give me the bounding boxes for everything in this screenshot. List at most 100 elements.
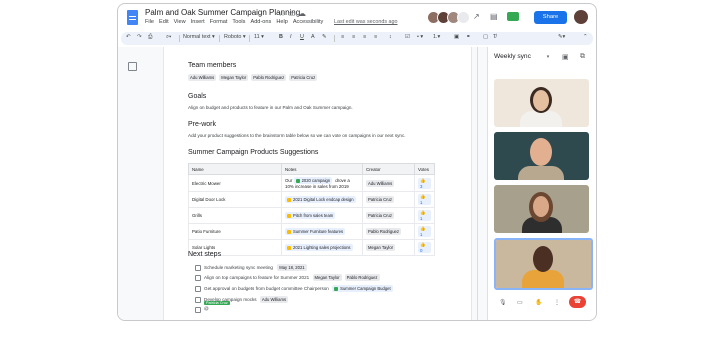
font-size-select[interactable]: 11 ▾: [254, 34, 264, 40]
document-outline-icon[interactable]: [128, 62, 137, 71]
numbered-list-icon[interactable]: 1.▾: [433, 34, 440, 40]
menu-view[interactable]: View: [174, 19, 186, 25]
font-select[interactable]: Roboto ▾: [224, 34, 246, 40]
meeting-title[interactable]: Weekly sync ▾: [494, 53, 549, 60]
cell-votes[interactable]: 👍 3: [414, 174, 435, 192]
file-chip[interactable]: Summer Furniture features: [285, 228, 346, 235]
file-chip[interactable]: 2020 campaign: [293, 177, 333, 184]
participant-video-active[interactable]: [494, 238, 593, 290]
move-folder-icon[interactable]: ▭: [288, 9, 296, 18]
checklist-icon[interactable]: ☑: [405, 34, 410, 40]
clear-format-icon[interactable]: T̸: [493, 34, 496, 40]
cell-name[interactable]: Grills: [188, 207, 282, 224]
image-icon[interactable]: ▣: [454, 34, 459, 40]
cell-notes[interactable]: Summer Furniture features: [281, 223, 363, 240]
vote-chip[interactable]: 👍 1: [418, 226, 431, 237]
date-chip[interactable]: May 18, 2021: [277, 264, 307, 271]
bold-icon[interactable]: B: [279, 34, 283, 40]
docs-logo-icon[interactable]: [127, 10, 138, 25]
open-new-window-icon[interactable]: ⧉: [580, 53, 585, 61]
menu-accessibility[interactable]: Accessibility: [293, 19, 323, 25]
person-chip[interactable]: Pablo Rodriguez: [344, 274, 380, 281]
participant-video[interactable]: [494, 79, 589, 127]
align-center-icon[interactable]: ≡: [352, 34, 355, 40]
person-chip[interactable]: Megan Taylor: [366, 244, 396, 251]
checkbox[interactable]: [195, 265, 201, 271]
align-left-icon[interactable]: ≡: [341, 34, 344, 40]
redo-icon[interactable]: ↷: [137, 34, 142, 40]
star-icon[interactable]: ☆: [278, 9, 285, 18]
last-edit-link[interactable]: Last edit was seconds ago: [334, 19, 398, 25]
cell-notes[interactable]: Our 2020 campaign drove a 10% increase in…: [281, 174, 363, 192]
text-color-icon[interactable]: A: [311, 34, 315, 40]
file-chip[interactable]: 2021 Digital Lock endcap design: [285, 196, 356, 203]
person-chip[interactable]: Patricia Cruz: [366, 196, 394, 203]
file-chip[interactable]: Summer Campaign Budget: [332, 285, 393, 292]
meet-icon[interactable]: [507, 12, 519, 21]
collaborator-avatars[interactable]: [427, 11, 470, 24]
doc-title[interactable]: Palm and Oak Summer Campaign Planning: [145, 8, 300, 17]
more-options-icon[interactable]: ⋮: [554, 299, 560, 306]
person-chip[interactable]: Patricia Cruz: [289, 74, 318, 81]
cloud-status-icon[interactable]: ☁: [298, 9, 306, 18]
share-button[interactable]: Share: [534, 11, 567, 24]
chevron-down-icon[interactable]: ▾: [547, 54, 550, 60]
undo-icon[interactable]: ↶: [126, 34, 131, 40]
scrollbar[interactable]: [477, 47, 478, 320]
cell-notes[interactable]: 2021 Digital Lock endcap design: [281, 191, 363, 208]
menu-addons[interactable]: Add-ons: [250, 19, 271, 25]
highlight-icon[interactable]: ✎: [322, 34, 327, 40]
vote-chip[interactable]: 👍 1: [418, 210, 431, 221]
menu-insert[interactable]: Insert: [191, 19, 205, 25]
person-chip[interactable]: Megan Taylor: [219, 74, 249, 81]
print-icon[interactable]: ⎙: [148, 34, 152, 41]
person-chip[interactable]: Adu Williams: [188, 74, 217, 81]
person-chip[interactable]: Megan Taylor: [312, 274, 342, 281]
avatar[interactable]: [457, 11, 470, 24]
zoom-icon[interactable]: ⌕▾: [166, 34, 171, 41]
cell-creator[interactable]: Megan Taylor: [362, 239, 415, 256]
link-icon[interactable]: ⚭: [466, 34, 471, 40]
user-avatar[interactable]: [574, 10, 588, 24]
line-spacing-icon[interactable]: ↕: [389, 34, 392, 40]
checkbox[interactable]: [195, 297, 201, 303]
cell-votes[interactable]: 👍 1: [414, 223, 435, 240]
italic-icon[interactable]: I: [290, 34, 292, 40]
checkbox[interactable]: [195, 286, 201, 292]
person-chip[interactable]: Pablo Rodriguez: [366, 228, 401, 235]
menu-format[interactable]: Format: [210, 19, 228, 25]
cell-votes[interactable]: 👍 0: [414, 239, 435, 256]
menu-edit[interactable]: Edit: [159, 19, 169, 25]
vote-chip[interactable]: 👍 0: [418, 242, 431, 253]
person-chip[interactable]: Patricia Cruz: [366, 212, 394, 219]
cell-name[interactable]: Electric Mower: [188, 174, 282, 192]
vote-chip[interactable]: 👍 3: [418, 177, 431, 189]
collapse-icon[interactable]: ⌃: [583, 34, 588, 40]
person-chip[interactable]: Pablo Rodriguez: [251, 74, 287, 81]
comments-icon[interactable]: ▤: [490, 12, 498, 21]
participant-video[interactable]: [494, 185, 589, 233]
menu-file[interactable]: File: [145, 19, 154, 25]
leave-call-button[interactable]: ☎: [569, 296, 586, 308]
comment-icon[interactable]: ▢: [483, 34, 488, 40]
editing-mode-icon[interactable]: ✎▾: [558, 34, 565, 40]
bulleted-list-icon[interactable]: • ▾: [417, 34, 423, 40]
file-chip[interactable]: 2021 Lighting sales projections: [285, 244, 353, 251]
microphone-icon[interactable]: 🎙: [499, 299, 507, 306]
cell-notes[interactable]: 2021 Lighting sales projections: [281, 239, 363, 256]
align-right-icon[interactable]: ≡: [363, 34, 366, 40]
cell-votes[interactable]: 👍 1: [414, 191, 435, 208]
cell-creator[interactable]: Adu Williams: [362, 174, 415, 192]
cell-creator[interactable]: Pablo Rodriguez: [362, 223, 415, 240]
cell-votes[interactable]: 👍 1: [414, 207, 435, 224]
justify-icon[interactable]: ≡: [374, 34, 377, 40]
checklist-item[interactable]: @: [204, 306, 209, 311]
picture-in-picture-icon[interactable]: ▣: [562, 53, 569, 61]
cell-notes[interactable]: Pitch from sales team: [281, 207, 363, 224]
raise-hand-icon[interactable]: ✋: [535, 299, 542, 306]
activity-dashboard-icon[interactable]: ↗: [473, 12, 480, 21]
participant-video[interactable]: [494, 132, 589, 180]
menu-help[interactable]: Help: [276, 19, 288, 25]
checkbox[interactable]: [195, 307, 201, 313]
checkbox[interactable]: [195, 275, 201, 281]
